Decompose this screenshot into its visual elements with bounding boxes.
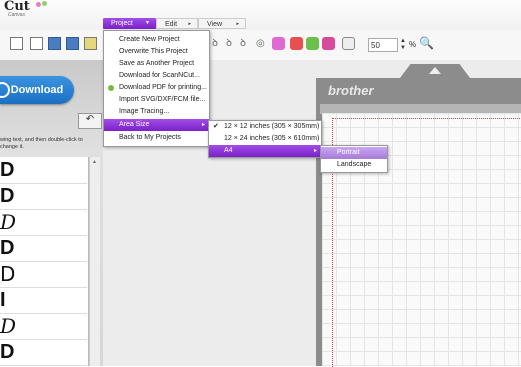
menu-item-label: Import SVG/DXF/FCM file... [119,96,206,103]
rectangle-tool-button[interactable] [10,37,23,50]
circle-icon[interactable]: ◎ [256,37,265,50]
list-item[interactable]: D [0,313,87,340]
app-logo: Cut Canvas [2,0,62,22]
zoom-unit: % [409,40,417,49]
menu-item-label: Save as Another Project [119,60,195,67]
menu-item-overwrite-project[interactable]: Overwrite This Project [104,46,209,58]
menu-item-download-scanncut[interactable]: Download for ScanNCut... [104,70,209,82]
hint-text: wing text, and then double-click to chan… [0,137,83,150]
mat-tab[interactable] [400,64,470,78]
menu-item-12x12[interactable]: ✔ 12 × 12 inches (305 × 305mm) [209,121,321,133]
menu-item-import-file[interactable]: Import SVG/DXF/FCM file... [104,94,209,106]
ungroup-icon[interactable]: ꝺ [240,37,246,50]
shapes-icon[interactable] [272,37,285,50]
menu-item-label: Overwrite This Project [119,48,188,55]
menu-item-image-tracing[interactable]: Image Tracing... [104,106,209,118]
list-item[interactable]: D [0,209,87,236]
scroll-up-icon[interactable]: ▲ [92,159,97,165]
keyboard-icon[interactable] [342,37,355,50]
download-label: Download [10,84,64,96]
weld-icon[interactable]: ꝺ [212,37,218,50]
arrow-up-icon [429,67,441,74]
list-item[interactable]: D [0,183,87,210]
tab-edit[interactable]: Edit ▸ [156,18,198,29]
download-icon [0,82,10,98]
menu-item-area-size[interactable]: Area Size ▸ [104,119,209,131]
import-icon[interactable] [48,37,61,50]
menu-item-label: 12 × 12 inches (305 × 305mm) [224,123,320,130]
logo-dot-green [42,1,47,6]
menu-item-label: Create New Project [119,36,180,43]
menu-item-label: Image Tracing... [119,108,170,115]
menu-item-12x24[interactable]: 12 × 24 inches (305 × 610mm) [209,133,321,145]
menu-item-label: Download PDF for printing... [119,84,207,91]
menu-item-label: Portrait [337,149,360,156]
font-list-scrollbar[interactable]: ▲ [89,157,100,366]
fill-icon[interactable] [322,37,335,50]
menu-item-create-new-project[interactable]: Create New Project [104,34,209,46]
tab-project-label: Project [111,20,133,27]
picture-icon[interactable] [66,37,79,50]
menu-item-landscape[interactable]: Landscape [321,159,387,171]
pin-icon[interactable] [290,37,303,50]
menu-item-label: A4 [224,147,233,154]
zoom-stepper-icon[interactable]: ▲ ▼ [400,38,406,52]
undo-button[interactable]: ↶ [78,113,102,129]
top-bar [0,0,521,31]
pdf-icon [108,85,114,91]
menu-item-download-pdf[interactable]: Download PDF for printing... [104,82,209,94]
tab-view-label: View [207,21,223,28]
area-size-menu: ✔ 12 × 12 inches (305 × 305mm) 12 × 24 in… [208,120,322,158]
mat-brand: brother [328,83,374,98]
tab-edit-label: Edit [165,21,178,28]
download-button[interactable]: Download [0,76,74,104]
chevron-right-icon: ▸ [236,21,239,27]
chevron-right-icon: ▸ [313,148,317,154]
menu-item-back-to-projects[interactable]: Back to My Projects [104,132,209,144]
chevron-right-icon: ▸ [201,122,205,128]
font-list: D D D D D I D D [0,157,89,366]
list-item[interactable]: D [0,339,87,366]
menu-item-label: Download for ScanNCut... [119,72,200,79]
chevron-right-icon: ▸ [188,21,191,27]
tab-project[interactable]: Project ▼ [103,18,156,29]
group-icon[interactable]: ꝺ [226,37,232,50]
tab-view[interactable]: View ▸ [198,18,246,29]
search-icon[interactable]: 🔍 [419,36,434,50]
list-item[interactable]: D [0,157,87,184]
check-icon: ✔ [213,123,219,130]
menu-item-portrait[interactable]: Portrait [321,147,387,159]
menu-item-label: 12 × 24 inches (305 × 610mm) [224,135,320,142]
menu-item-a4[interactable]: A4 ▸ [209,145,321,157]
square-tool-button[interactable] [30,37,43,50]
menu-item-label: Back to My Projects [119,134,181,141]
zoom-input[interactable]: 50 [368,38,398,52]
text-tool-icon[interactable] [84,37,97,50]
logo-subtext: Canvas [8,12,25,18]
menu-item-save-as-another[interactable]: Save as Another Project [104,58,209,70]
list-item[interactable]: D [0,261,87,288]
list-item[interactable]: D [0,235,87,262]
project-menu: Create New Project Overwrite This Projec… [103,30,210,147]
list-item[interactable]: I [0,287,87,314]
menu-item-label: Area Size [119,121,150,128]
logo-dot-pink [36,2,41,7]
chevron-down-icon: ▼ [145,20,150,26]
layers-icon[interactable] [306,37,319,50]
menu-item-label: Landscape [337,161,372,168]
a4-menu: Portrait Landscape [320,145,388,173]
